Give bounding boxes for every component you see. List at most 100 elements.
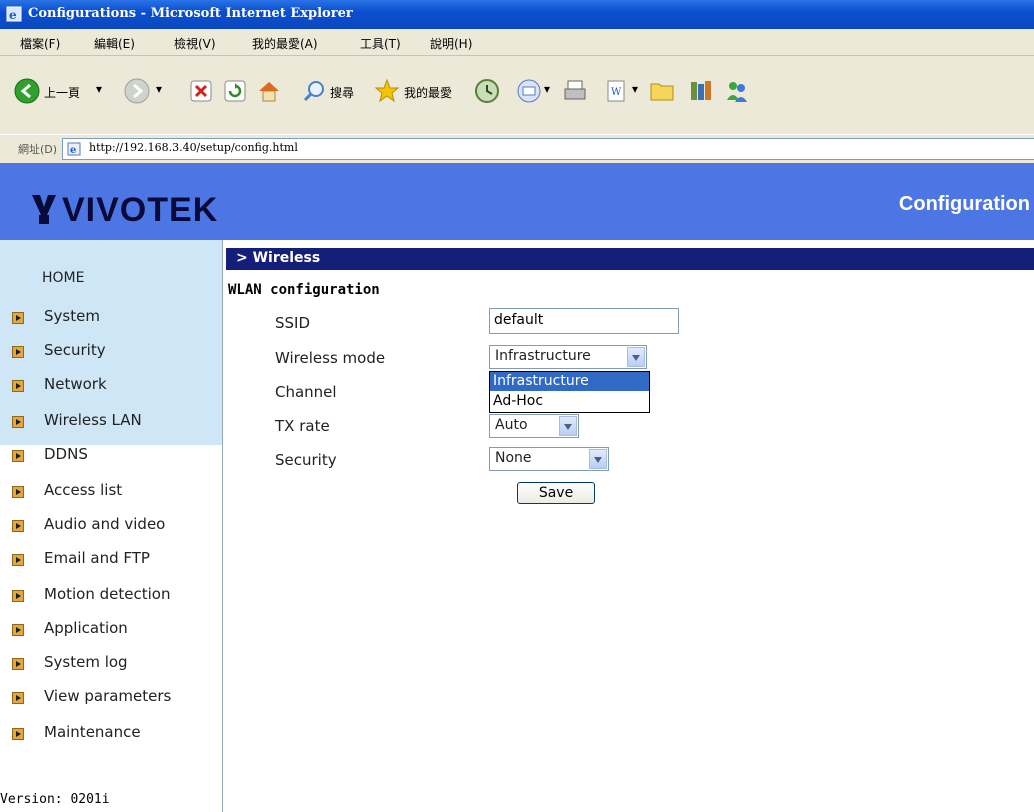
refresh-icon[interactable] <box>224 80 246 102</box>
favorites-star-icon[interactable] <box>374 78 400 104</box>
mail-dropdown-icon[interactable]: ▾ <box>544 82 550 96</box>
sidebar-item-system[interactable]: System <box>0 306 222 332</box>
vivotek-logo: VIVOTEK <box>30 191 230 229</box>
sidebar-item-network[interactable]: Network <box>0 374 222 400</box>
print-icon[interactable] <box>562 78 588 104</box>
wireless-mode-select[interactable]: Infrastructure <box>489 345 647 369</box>
wireless-mode-label: Wireless mode <box>275 349 386 367</box>
sidebar-item-wireless-lan[interactable]: Wireless LAN <box>0 410 222 436</box>
wireless-mode-dropdown: Infrastructure Ad-Hoc <box>489 371 650 413</box>
search-icon[interactable] <box>302 79 326 103</box>
section-title: > Wireless <box>236 250 321 266</box>
address-url[interactable]: http://192.168.3.40/setup/config.html <box>89 141 298 154</box>
mail-icon[interactable] <box>516 78 542 104</box>
tx-rate-value: Auto <box>495 417 528 433</box>
edit-icon[interactable]: W <box>606 80 628 102</box>
tx-rate-select[interactable]: Auto <box>489 414 579 438</box>
menu-view[interactable]: 檢視(V) <box>174 35 216 52</box>
arrow-icon <box>12 346 24 358</box>
sidebar-item-label: System log <box>44 653 128 671</box>
forward-icon[interactable] <box>124 78 150 104</box>
version-label: Version: 0201i <box>0 792 110 807</box>
sidebar-item-ddns[interactable]: DDNS <box>0 444 222 470</box>
dropdown-option-adhoc[interactable]: Ad-Hoc <box>490 392 649 411</box>
security-select[interactable]: None <box>489 447 609 471</box>
sidebar-item-security[interactable]: Security <box>0 340 222 366</box>
option-label: Infrastructure <box>493 373 589 389</box>
page-icon: e <box>67 142 81 156</box>
menu-tools[interactable]: 工具(T) <box>360 35 401 52</box>
back-dropdown-icon[interactable]: ▾ <box>96 82 102 96</box>
ssid-input[interactable]: default <box>489 308 679 334</box>
address-bar: 網址(D) e http://192.168.3.40/setup/config… <box>0 134 1034 164</box>
sidebar-item-email-ftp[interactable]: Email and FTP <box>0 548 222 574</box>
address-input[interactable]: e http://192.168.3.40/setup/config.html <box>62 138 1034 160</box>
sidebar-item-access-list[interactable]: Access list <box>0 480 222 506</box>
chevron-down-icon[interactable] <box>589 449 607 469</box>
address-label: 網址(D) <box>18 143 58 156</box>
menu-edit[interactable]: 編輯(E) <box>94 35 135 52</box>
arrow-icon <box>12 380 24 392</box>
main-content: > Wireless WLAN configuration SSID defau… <box>223 240 1034 812</box>
sidebar: HOME System Security Network Wireless LA… <box>0 240 223 812</box>
folder-icon[interactable] <box>650 80 674 102</box>
security-value: None <box>495 450 532 466</box>
sidebar-item-view-parameters[interactable]: View parameters <box>0 686 222 712</box>
sidebar-item-application[interactable]: Application <box>0 618 222 644</box>
arrow-icon <box>12 624 24 636</box>
menu-bar: 檔案(F) 編輯(E) 檢視(V) 我的最愛(A) 工具(T) 說明(H) <box>0 29 1034 56</box>
back-label[interactable]: 上一頁 <box>44 84 80 101</box>
chevron-down-icon[interactable] <box>559 416 577 436</box>
option-label: Ad-Hoc <box>493 393 544 409</box>
menu-help[interactable]: 說明(H) <box>430 35 472 52</box>
arrow-icon <box>12 520 24 532</box>
vivotek-logo-text: VIVOTEK <box>62 191 219 229</box>
research-icon[interactable] <box>688 78 714 104</box>
svg-text:W: W <box>611 87 622 98</box>
svg-text:e: e <box>70 145 76 156</box>
window-titlebar: e Configurations - Microsoft Internet Ex… <box>0 0 1034 29</box>
arrow-icon <box>12 554 24 566</box>
wireless-mode-value: Infrastructure <box>495 348 591 364</box>
page-title: Configuration <box>898 193 1030 215</box>
menu-file[interactable]: 檔案(F) <box>20 35 60 52</box>
save-button[interactable]: Save <box>517 482 595 504</box>
arrow-icon <box>12 486 24 498</box>
wlan-config-heading: WLAN configuration <box>228 282 380 298</box>
stop-icon[interactable] <box>190 80 212 102</box>
sidebar-item-label: Email and FTP <box>44 549 150 567</box>
sidebar-item-label: Application <box>44 619 128 637</box>
section-title-bar: > Wireless <box>226 248 1034 270</box>
sidebar-item-label: Wireless LAN <box>44 411 142 429</box>
sidebar-item-label: Audio and video <box>44 515 166 533</box>
sidebar-item-motion-detection[interactable]: Motion detection <box>0 584 222 610</box>
history-icon[interactable] <box>474 78 500 104</box>
search-label[interactable]: 搜尋 <box>330 84 354 101</box>
window-title: Configurations - Microsoft Internet Expl… <box>28 6 353 21</box>
favorites-label[interactable]: 我的最愛 <box>404 84 452 101</box>
chevron-down-icon[interactable] <box>627 347 645 367</box>
ssid-label: SSID <box>275 314 311 332</box>
security-label: Security <box>275 451 337 469</box>
sidebar-item-label: Network <box>44 375 107 393</box>
dropdown-option-infrastructure[interactable]: Infrastructure <box>490 372 649 391</box>
back-icon[interactable] <box>14 78 40 104</box>
menu-favorites[interactable]: 我的最愛(A) <box>252 35 318 52</box>
sidebar-item-label: View parameters <box>44 687 172 705</box>
ie-page-icon: e <box>6 6 22 22</box>
arrow-icon <box>12 658 24 670</box>
browser-toolbar: 上一頁 ▾ ▾ 搜尋 我的最愛 ▾ W ▾ <box>0 56 1034 134</box>
vivotek-logo-mark-icon <box>32 195 56 224</box>
sidebar-item-audio-video[interactable]: Audio and video <box>0 514 222 540</box>
forward-dropdown-icon[interactable]: ▾ <box>156 82 162 96</box>
home-icon[interactable] <box>256 78 282 104</box>
sidebar-item-system-log[interactable]: System log <box>0 652 222 678</box>
sidebar-item-label: Motion detection <box>44 585 171 603</box>
sidebar-item-label: Access list <box>44 481 123 499</box>
edit-dropdown-icon[interactable]: ▾ <box>632 82 638 96</box>
sidebar-item-label: DDNS <box>44 445 88 463</box>
messenger-icon[interactable] <box>724 78 750 104</box>
tx-rate-label: TX rate <box>275 417 330 435</box>
sidebar-home[interactable]: HOME <box>42 270 84 286</box>
sidebar-item-maintenance[interactable]: Maintenance <box>0 722 222 748</box>
